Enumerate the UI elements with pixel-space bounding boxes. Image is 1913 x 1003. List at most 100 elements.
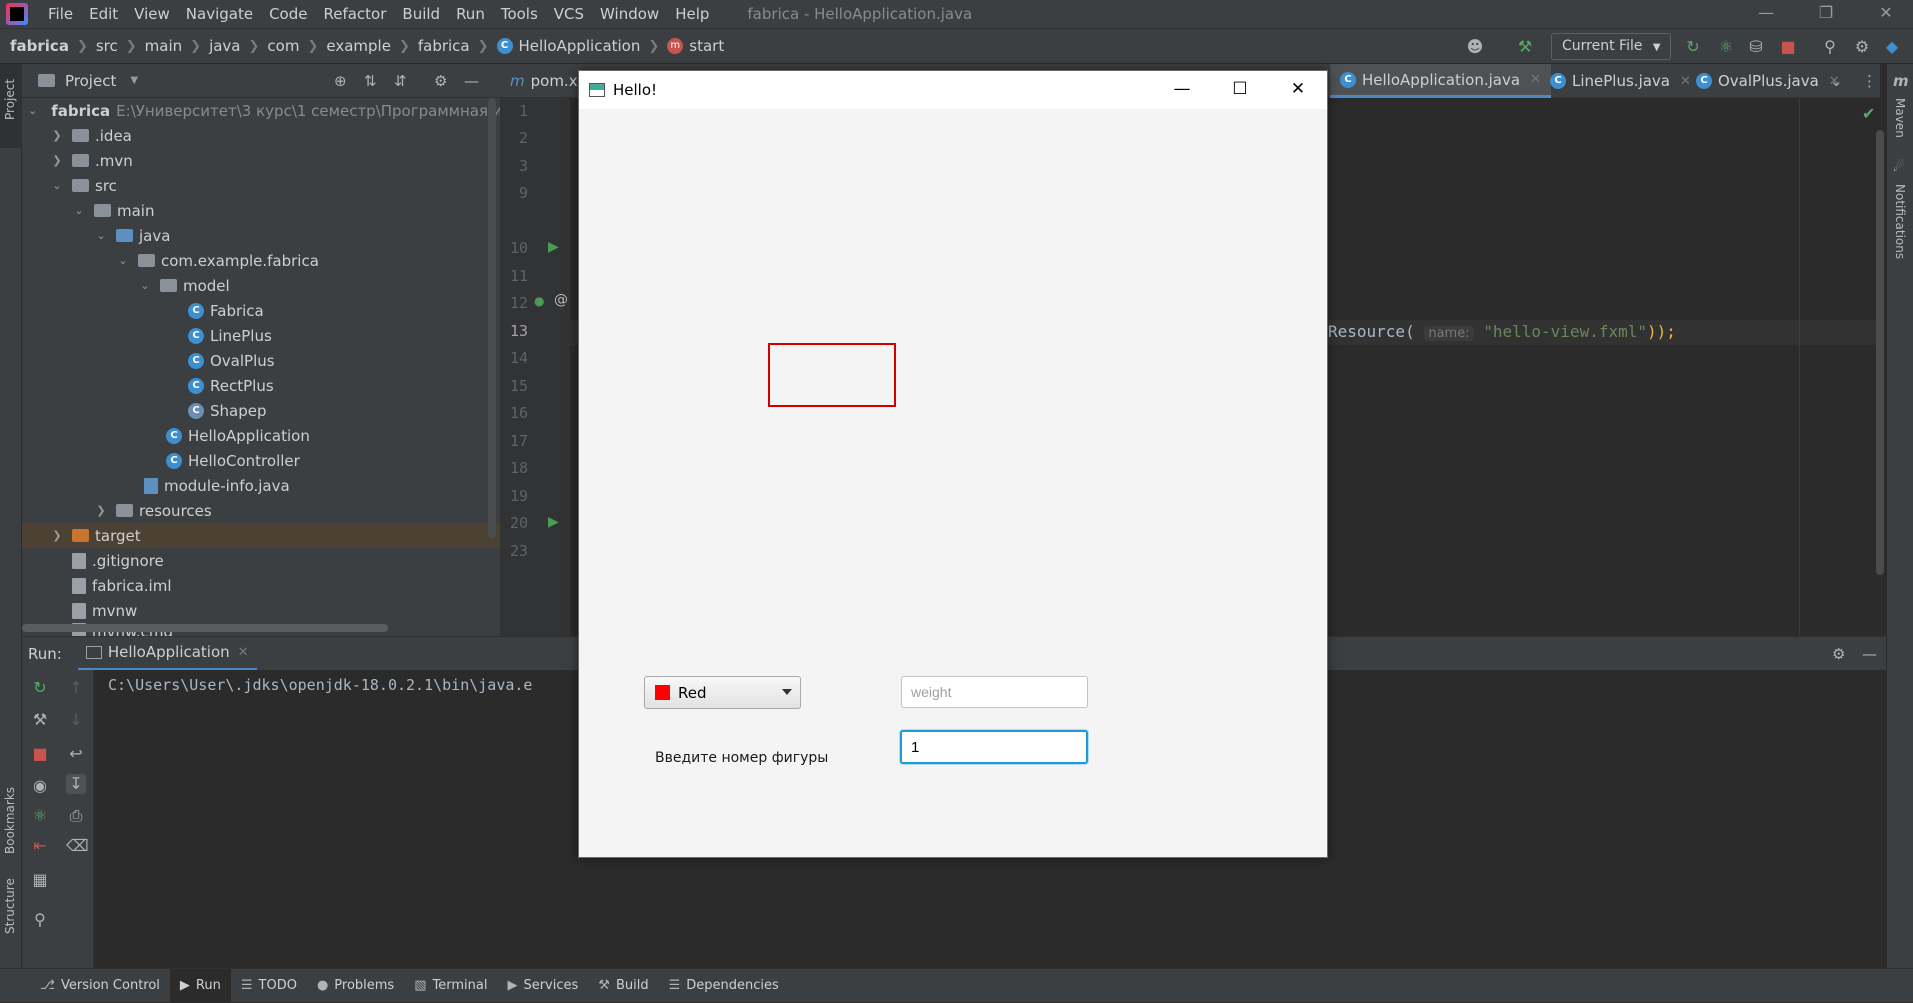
- tree-item-module-info[interactable]: module-info.java: [22, 473, 500, 498]
- pin-icon[interactable]: ⚲: [30, 910, 50, 930]
- menu-code[interactable]: Code: [261, 0, 315, 28]
- ide-restore-button[interactable]: ❐: [1803, 0, 1849, 28]
- run-tab-helloapplication[interactable]: HelloApplication ✕: [77, 637, 257, 671]
- tree-item-model[interactable]: ⌄ model: [22, 273, 500, 298]
- statusbar-build[interactable]: ⚒ Build: [588, 969, 658, 1003]
- shape-number-input[interactable]: [900, 730, 1088, 764]
- notifications-stripe-label[interactable]: Notifications: [1893, 184, 1907, 259]
- project-stripe-button[interactable]: Project: [0, 64, 22, 148]
- user-icon[interactable]: ☻: [1465, 37, 1485, 57]
- vertical-scrollbar[interactable]: [488, 98, 496, 538]
- editor-scrollbar[interactable]: [1876, 130, 1884, 575]
- tree-item-mvn[interactable]: ❯ .mvn: [22, 148, 500, 173]
- crumb-fabrica[interactable]: fabrica: [418, 37, 470, 55]
- trash-icon[interactable]: ⌫: [66, 836, 89, 856]
- statusbar-dependencies[interactable]: ☰ Dependencies: [659, 969, 789, 1003]
- statusbar-services[interactable]: ▶ Services: [497, 969, 588, 1003]
- hide-icon[interactable]: —: [464, 72, 479, 90]
- tree-item-rectplus[interactable]: C RectPlus: [22, 373, 500, 398]
- crumb-example[interactable]: example: [326, 37, 391, 55]
- stop-icon[interactable]: ■: [30, 744, 50, 764]
- menu-view[interactable]: View: [126, 0, 178, 28]
- project-panel-title[interactable]: Project: [65, 72, 116, 90]
- structure-stripe-label[interactable]: Structure: [3, 878, 17, 934]
- arrow-up-icon[interactable]: ↑: [66, 678, 86, 698]
- menu-edit[interactable]: Edit: [81, 0, 126, 28]
- tree-item-fabrica-class[interactable]: C Fabrica: [22, 298, 500, 323]
- run-config-dropdown[interactable]: Current File ▼: [1551, 33, 1671, 60]
- crumb-src[interactable]: src: [96, 37, 118, 55]
- hello-title-bar[interactable]: Hello! — ☐ ✕: [579, 71, 1327, 109]
- bell-icon[interactable]: ☄: [1893, 160, 1905, 175]
- tree-item-fabrica[interactable]: ⌄ fabrica E:\Университет\3 курс\1 семестр\…: [22, 98, 500, 123]
- tree-item-hellocontroller[interactable]: C HelloController: [22, 448, 500, 473]
- gear-icon[interactable]: ⚙: [1852, 37, 1872, 57]
- tree-item-helloapplication[interactable]: C HelloApplication: [22, 423, 500, 448]
- menu-file[interactable]: File: [40, 0, 81, 28]
- print-icon[interactable]: ⎙: [66, 806, 86, 826]
- minimize-button[interactable]: —: [1153, 71, 1211, 109]
- hide-icon[interactable]: —: [1862, 645, 1877, 663]
- maximize-button[interactable]: ☐: [1211, 71, 1269, 109]
- maven-stripe-label[interactable]: Maven: [1893, 98, 1907, 138]
- rerun-icon[interactable]: ↻: [1683, 37, 1703, 57]
- collapse-all-icon[interactable]: ⇵: [394, 72, 407, 90]
- soft-wrap-icon[interactable]: ↩: [66, 744, 86, 764]
- tab-ovalplus[interactable]: C OvalPlus.java ✕: [1686, 64, 1850, 98]
- ide-minimize-button[interactable]: —: [1743, 0, 1789, 28]
- weight-input[interactable]: [901, 676, 1088, 708]
- crumb-main[interactable]: main: [145, 37, 182, 55]
- build-hammer-icon[interactable]: ⚒: [1515, 37, 1535, 57]
- gear-icon[interactable]: ⚙: [1832, 645, 1845, 663]
- run-icon[interactable]: ▶: [548, 514, 559, 530]
- jetbrains-toolbox-icon[interactable]: ◆: [1882, 37, 1902, 57]
- debug-icon[interactable]: ⚛: [1716, 37, 1736, 57]
- tree-item-java[interactable]: ⌄ java: [22, 223, 500, 248]
- horizontal-scrollbar[interactable]: [22, 624, 388, 632]
- check-icon[interactable]: ✔: [1862, 104, 1875, 123]
- tree-item-package[interactable]: ⌄ com.example.fabrica: [22, 248, 500, 273]
- tree-item-shapep[interactable]: C Shapep: [22, 398, 500, 423]
- tab-lineplus[interactable]: C LinePlus.java ✕: [1540, 64, 1701, 98]
- arrow-down-icon[interactable]: ↓: [66, 710, 86, 730]
- tree-item-resources[interactable]: ❯ resources: [22, 498, 500, 523]
- code-line-13[interactable]: Resource( name: "hello-view.fxml"));: [1328, 322, 1676, 341]
- color-combobox[interactable]: Red: [644, 676, 801, 709]
- rerun-icon[interactable]: ↻: [30, 678, 50, 698]
- run-icon[interactable]: ▶: [548, 239, 559, 255]
- wrench-icon[interactable]: ⚒: [30, 710, 50, 730]
- gear-icon[interactable]: ⚙: [434, 72, 447, 90]
- locate-icon[interactable]: ⊕: [334, 72, 347, 90]
- menu-run[interactable]: Run: [448, 0, 493, 28]
- close-button[interactable]: ✕: [1269, 71, 1327, 109]
- tree-item-mvnw[interactable]: mvnw: [22, 598, 500, 623]
- tree-item-idea[interactable]: ❯ .idea: [22, 123, 500, 148]
- statusbar-problems[interactable]: ● Problems: [307, 969, 404, 1003]
- menu-refactor[interactable]: Refactor: [315, 0, 394, 28]
- statusbar-version-control[interactable]: ⎇ Version Control: [30, 969, 170, 1003]
- tree-item-main[interactable]: ⌄ main: [22, 198, 500, 223]
- menu-navigate[interactable]: Navigate: [178, 0, 261, 28]
- search-icon[interactable]: ⚲: [1820, 37, 1840, 57]
- tree-item-lineplus[interactable]: C LinePlus: [22, 323, 500, 348]
- statusbar-run[interactable]: ▶ Run: [169, 968, 231, 1003]
- menu-help[interactable]: Help: [667, 0, 717, 28]
- tree-item-src[interactable]: ⌄ src: [22, 173, 500, 198]
- menu-build[interactable]: Build: [394, 0, 448, 28]
- crumb-java[interactable]: java: [209, 37, 240, 55]
- tree-item-gitignore[interactable]: .gitignore: [22, 548, 500, 573]
- statusbar-terminal[interactable]: ▧ Terminal: [404, 969, 497, 1003]
- statusbar-todo[interactable]: ☰ TODO: [231, 969, 307, 1003]
- debug-icon[interactable]: ⚛: [30, 806, 50, 826]
- crumb-com[interactable]: com: [267, 37, 299, 55]
- bookmarks-stripe-label[interactable]: Bookmarks: [3, 787, 17, 854]
- camera-icon[interactable]: ◉: [30, 776, 50, 796]
- exit-icon[interactable]: ⇤: [30, 836, 50, 856]
- close-icon[interactable]: ✕: [238, 645, 249, 660]
- chevron-down-icon[interactable]: ▼: [130, 75, 138, 86]
- stop-icon[interactable]: ■: [1778, 37, 1798, 57]
- layout-icon[interactable]: ▦: [30, 870, 50, 890]
- tree-item-ovalplus[interactable]: C OvalPlus: [22, 348, 500, 373]
- coverage-icon[interactable]: ⛁: [1746, 37, 1766, 57]
- tree-item-target[interactable]: ❯ target: [22, 523, 500, 548]
